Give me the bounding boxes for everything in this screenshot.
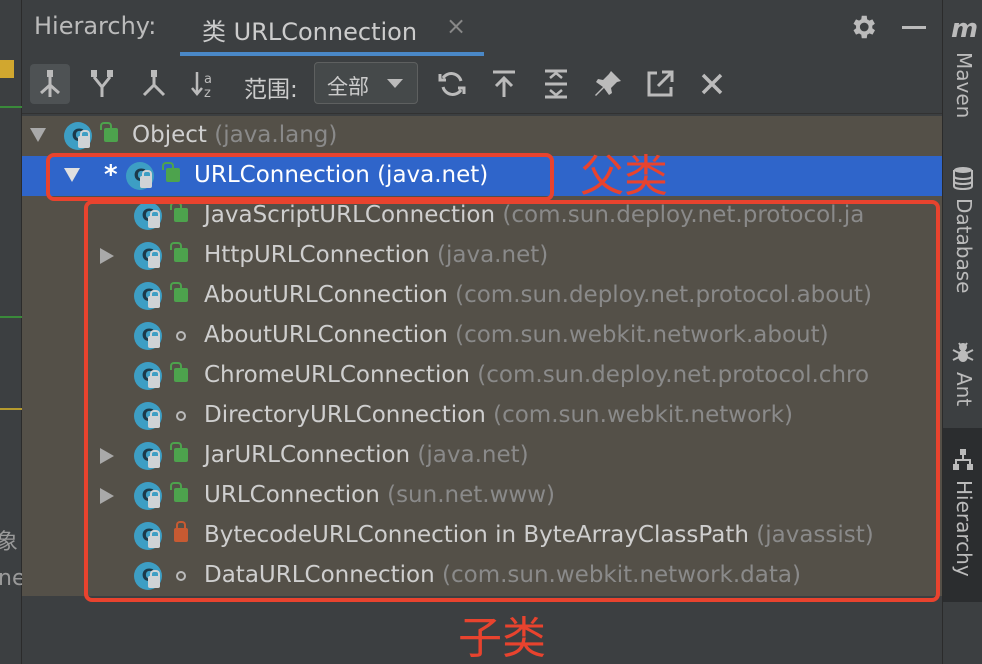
- class-name: Object: [132, 122, 207, 148]
- subclasses-highlight: [84, 200, 940, 602]
- minimize-icon[interactable]: [902, 26, 926, 29]
- close-icon[interactable]: ×: [446, 12, 466, 40]
- public-lock-icon: [100, 122, 118, 142]
- maven-label: Maven: [952, 52, 976, 119]
- bookmark-marker: [0, 60, 14, 78]
- scope-select[interactable]: 全部: [314, 62, 418, 104]
- scope-label: 范围:: [244, 77, 298, 103]
- export-icon[interactable]: [484, 64, 524, 104]
- ant-icon: [952, 342, 974, 362]
- maven-tool-button[interactable]: m Maven: [943, 10, 982, 130]
- ant-label: Ant: [952, 372, 976, 407]
- database-icon: [953, 167, 973, 190]
- editor-gutter-partial: 象 ne: [0, 0, 25, 664]
- parent-class-annotation: 父类: [580, 151, 668, 202]
- sort-alpha-icon[interactable]: az: [186, 64, 226, 104]
- pin-icon[interactable]: [588, 64, 628, 104]
- change-marker: [0, 316, 22, 318]
- database-label: Database: [952, 198, 976, 294]
- partial-text: 象: [0, 530, 19, 555]
- subtypes-icon[interactable]: [134, 64, 174, 104]
- hierarchy-label: Hierarchy: [952, 480, 976, 577]
- open-window-icon[interactable]: [640, 64, 680, 104]
- right-tool-stripe: m Maven Database Ant Hierarchy: [942, 0, 982, 664]
- gear-icon[interactable]: [848, 10, 878, 44]
- tree-row-object[interactable]: C Object (java.lang): [22, 116, 942, 156]
- type-hierarchy-icon[interactable]: [30, 64, 70, 104]
- svg-text:a: a: [204, 72, 212, 87]
- ant-tool-button[interactable]: Ant: [943, 336, 982, 426]
- hierarchy-toolbar: az 范围: 全部: [22, 56, 942, 114]
- panel-title: Hierarchy:: [34, 12, 157, 40]
- chevron-down-icon: [387, 79, 403, 88]
- change-marker: [0, 408, 22, 410]
- class-icon: C: [64, 122, 92, 150]
- tab-urlconnection[interactable]: 类 URLConnection ×: [180, 0, 484, 56]
- subclasses-annotation: 子类: [458, 613, 546, 664]
- svg-text:z: z: [204, 86, 211, 99]
- supertypes-icon[interactable]: [82, 64, 122, 104]
- change-marker: [0, 106, 22, 108]
- hierarchy-header: Hierarchy: 类 URLConnection ×: [22, 0, 942, 56]
- parent-class-highlight: [46, 153, 554, 201]
- close-icon[interactable]: [692, 64, 732, 104]
- maven-logo-icon: m: [951, 14, 979, 44]
- database-tool-button[interactable]: Database: [943, 160, 982, 310]
- expand-arrow-icon[interactable]: [30, 128, 46, 142]
- expand-all-icon[interactable]: [536, 64, 576, 104]
- refresh-icon[interactable]: [432, 64, 472, 104]
- scope-value: 全部: [327, 75, 369, 99]
- hierarchy-tool-button[interactable]: Hierarchy: [943, 428, 982, 602]
- tab-label: 类 URLConnection: [202, 18, 418, 46]
- package-name: (java.lang): [214, 122, 338, 148]
- hierarchy-icon: [953, 449, 973, 470]
